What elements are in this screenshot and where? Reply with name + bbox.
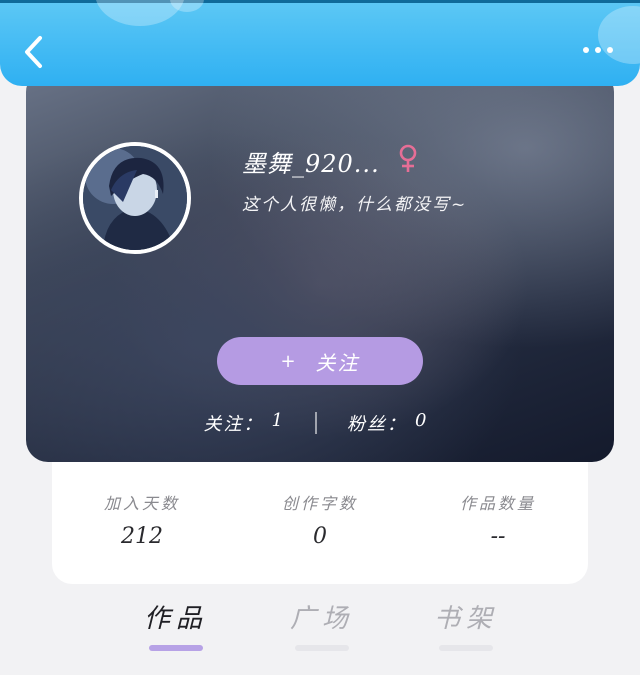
divider <box>315 412 317 434</box>
tab-works[interactable]: 作品 <box>116 598 236 651</box>
stat-join-days: 加入天数 212 <box>52 490 232 549</box>
stat-label: 加入天数 <box>103 494 180 513</box>
profile-card: 墨舞_920... 这个人很懒，什么都没写~ + 关注 关注： 1 粉丝： 0 <box>26 70 614 462</box>
tab-label: 广场 <box>289 604 354 634</box>
following-label: 关注： <box>203 414 264 435</box>
stat-label: 创作字数 <box>281 494 358 513</box>
tab-indicator <box>295 645 349 651</box>
content-tabs: 作品 广场 书架 <box>0 598 640 668</box>
stat-value: 212 <box>121 524 163 549</box>
top-app-bar <box>0 0 640 86</box>
follow-button[interactable]: + 关注 <box>217 337 423 385</box>
avatar-image <box>83 146 187 250</box>
stat-works-count: 作品数量 -- <box>408 490 588 549</box>
more-horizontal-icon-dot <box>595 47 601 53</box>
more-horizontal-icon-dot <box>607 47 613 53</box>
more-options-button[interactable] <box>578 40 618 60</box>
stat-value: 0 <box>313 524 327 549</box>
following-count[interactable]: 关注： 1 <box>204 410 285 436</box>
username: 墨舞_920... <box>242 150 380 178</box>
stat-word-count: 创作字数 0 <box>230 490 410 549</box>
fans-label: 粉丝： <box>347 414 407 435</box>
chevron-left-icon <box>25 36 42 68</box>
female-icon <box>399 144 417 172</box>
stat-label: 作品数量 <box>459 494 536 513</box>
follow-button-label: 关注 <box>315 350 360 375</box>
fans-value: 0 <box>415 410 429 431</box>
stat-value: -- <box>490 524 506 549</box>
follow-counts: 关注： 1 粉丝： 0 <box>26 408 614 438</box>
avatar[interactable] <box>79 142 191 254</box>
tab-label: 书架 <box>433 604 498 634</box>
fans-count[interactable]: 粉丝： 0 <box>347 410 428 436</box>
tab-square[interactable]: 广场 <box>262 598 382 651</box>
tab-indicator <box>439 645 493 651</box>
tab-bookshelf[interactable]: 书架 <box>406 598 526 651</box>
tab-indicator <box>149 645 203 651</box>
following-value: 1 <box>271 410 285 431</box>
tab-label: 作品 <box>143 604 208 634</box>
bio-text: 这个人很懒，什么都没写~ <box>242 195 468 215</box>
plus-icon: + <box>280 350 298 372</box>
more-horizontal-icon-dot <box>583 47 589 53</box>
back-button[interactable] <box>18 32 52 72</box>
